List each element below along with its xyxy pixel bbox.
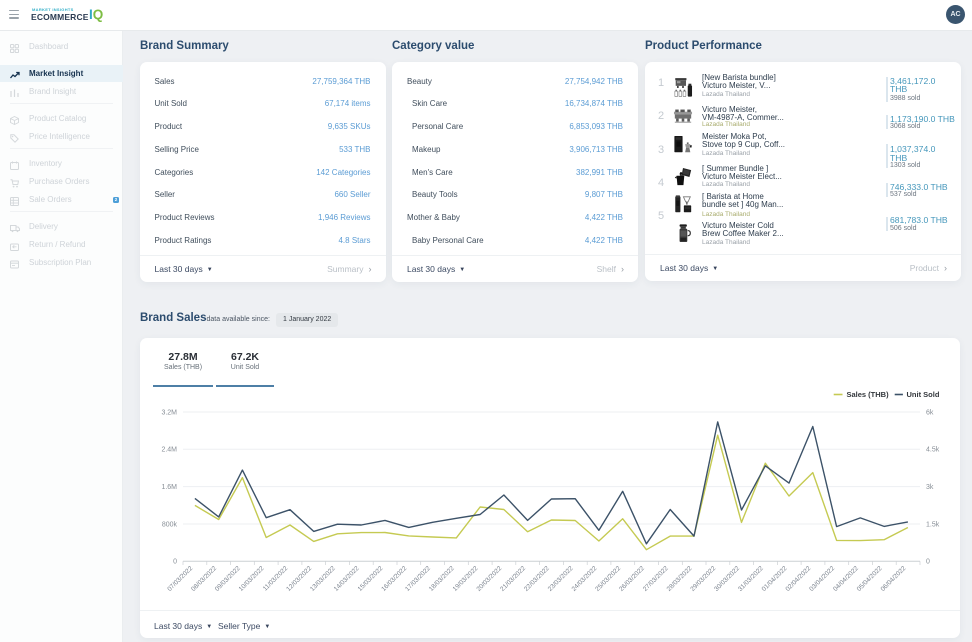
svg-text:1.6M: 1.6M [161, 484, 177, 491]
svg-text:3.2M: 3.2M [161, 410, 177, 417]
svg-text:06/04/2022: 06/04/2022 [880, 565, 908, 593]
svg-text:Sales (THB): Sales (THB) [847, 390, 890, 399]
svg-text:4.5k: 4.5k [926, 447, 940, 454]
svg-text:3k: 3k [926, 484, 934, 491]
svg-text:1.5k: 1.5k [926, 521, 940, 528]
svg-text:6k: 6k [926, 410, 934, 417]
svg-text:Unit Sold: Unit Sold [907, 390, 940, 399]
svg-text:0: 0 [926, 559, 930, 566]
svg-text:0: 0 [173, 559, 177, 566]
svg-text:2.4M: 2.4M [161, 447, 177, 454]
svg-text:800k: 800k [162, 521, 178, 528]
